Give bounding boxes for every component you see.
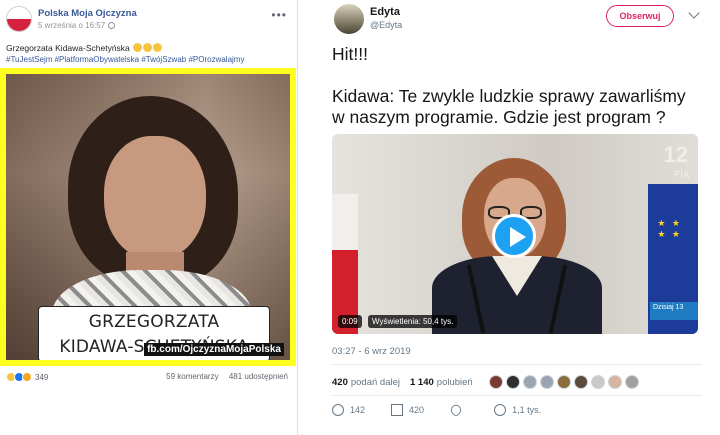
follow-button[interactable]: Obserwuj (606, 5, 674, 27)
post-timestamp[interactable]: 5 września o 16:57 (38, 20, 105, 31)
liker-avatar[interactable] (522, 375, 537, 389)
retweet-stat[interactable]: 420 podań dalej (332, 377, 400, 388)
play-icon (510, 227, 526, 247)
liker-avatars[interactable] (488, 375, 642, 389)
liker-avatar[interactable] (539, 375, 554, 389)
video-player[interactable]: ★ ★ ★ ★ 12 PIĄ Dzisiaj 13 0:09 Wyświetlen… (332, 134, 698, 334)
liker-avatar[interactable] (607, 375, 622, 389)
flag-white (7, 7, 31, 19)
retweet-label: podań dalej (350, 376, 400, 388)
post-meta: Polska Moja Ojczyzna 5 września o 16:57 (38, 8, 137, 31)
post-time[interactable]: 5 września o 16:57 (38, 20, 137, 31)
post-image-frame[interactable]: GRZEGORZATA KIDAWA-SCHETYŃSKA fb.com/Ojc… (0, 68, 296, 366)
tweet-actions: 142 420 1,1 tys. (332, 402, 567, 418)
divider (332, 395, 702, 396)
heart-icon (448, 402, 464, 418)
image-caption-line1: GRZEGORZATA (88, 312, 220, 332)
author-handle[interactable]: @Edyta (370, 19, 402, 31)
reply-icon (332, 404, 344, 416)
like-count: 1 140 (410, 376, 434, 388)
reaction-count[interactable]: 349 (35, 373, 48, 382)
more-icon[interactable]: ••• (271, 8, 287, 22)
wow-reaction-icon (22, 372, 32, 382)
flag-red (7, 19, 31, 31)
author-name[interactable]: Edyta (370, 5, 402, 19)
tweet-stats: 420 podań dalej 1 140 polubień (332, 375, 642, 389)
post-text-content: Grzegorzata Kidawa-Schetyńska (6, 43, 130, 53)
tweet-text-line3: w naszym programie. Gdzie jest program ? (332, 107, 666, 127)
tweet-text: Hit!!! Kidawa: Te zwykle ludzkie sprawy … (332, 44, 712, 128)
video-views: Wyświetlenia: 50,4 tys. (368, 315, 458, 328)
liker-avatar[interactable] (488, 375, 503, 389)
facebook-post: Polska Moja Ojczyzna 5 września o 16:57 … (0, 0, 298, 435)
image-watermark: fb.com/OjczyznaMojaPolska (144, 343, 284, 356)
reactions[interactable]: 349 (6, 372, 48, 382)
globe-icon (108, 21, 116, 29)
author-info: Edyta @Edyta (370, 5, 402, 31)
comments-shares: 59 komentarzy 481 udostępnień (158, 372, 288, 381)
liker-avatar[interactable] (556, 375, 571, 389)
laughing-emoji-icon (143, 43, 153, 52)
retweet-action[interactable]: 420 (391, 404, 424, 416)
tweet-text-line2: Kidawa: Te zwykle ludzkie sprawy zawarli… (332, 86, 686, 106)
tv-ticker: Dzisiaj 13 (650, 302, 698, 320)
channel-logo: 12 (663, 142, 688, 167)
post-stats: 349 59 komentarzy 481 udostępnień (0, 372, 296, 388)
tweet-date[interactable]: 03:27 - 6 wrz 2019 (332, 346, 411, 357)
polish-flag (332, 194, 358, 334)
portrait-face (104, 136, 206, 260)
laughing-emoji-icon (153, 43, 163, 52)
tweet-text-line1: Hit!!! (332, 44, 368, 64)
post-text: Grzegorzata Kidawa-Schetyńska (6, 42, 163, 54)
page-avatar[interactable] (6, 6, 32, 32)
chevron-down-icon[interactable] (688, 7, 700, 19)
liker-avatar[interactable] (624, 375, 639, 389)
retweet-icon (391, 404, 404, 416)
like-action[interactable] (448, 402, 468, 418)
video-duration: 0:09 (338, 315, 362, 328)
like-stat[interactable]: 1 140 polubień (410, 377, 473, 388)
liker-avatar[interactable] (505, 375, 520, 389)
play-button[interactable] (492, 214, 536, 258)
eu-stars-icon: ★ ★ ★ ★ (657, 218, 682, 239)
reply-count: 142 (350, 405, 366, 415)
reply-action[interactable]: 142 (332, 404, 365, 416)
like-label: polubień (436, 376, 473, 388)
views-action[interactable]: 1,1 tys. (494, 404, 541, 416)
liker-avatar[interactable] (590, 375, 605, 389)
post-image[interactable]: GRZEGORZATA KIDAWA-SCHETYŃSKA fb.com/Ojc… (6, 74, 290, 360)
flag-white-stripe (332, 194, 358, 250)
liker-avatar[interactable] (573, 375, 588, 389)
divider (332, 364, 702, 365)
post-header: Polska Moja Ojczyzna 5 września o 16:57 (6, 6, 137, 32)
channel-logo-sub: PIĄ (674, 170, 690, 179)
author-avatar[interactable] (334, 4, 364, 34)
retweet-action-count: 420 (409, 405, 425, 415)
tweet: Edyta @Edyta Obserwuj Hit!!! Kidawa: Te … (298, 0, 720, 435)
views-count: 1,1 tys. (512, 405, 542, 415)
comments-count[interactable]: 59 komentarzy (166, 372, 218, 381)
page-name[interactable]: Polska Moja Ojczyzna (38, 8, 137, 20)
text-spacer (332, 65, 712, 86)
laughing-emoji-icon (133, 43, 143, 52)
shares-count[interactable]: 481 udostępnień (229, 372, 288, 381)
views-icon (494, 404, 507, 416)
retweet-count: 420 (332, 376, 348, 388)
post-hashtags[interactable]: #TuJestSejm #PlatformaObywatelska #TwójS… (6, 54, 244, 65)
